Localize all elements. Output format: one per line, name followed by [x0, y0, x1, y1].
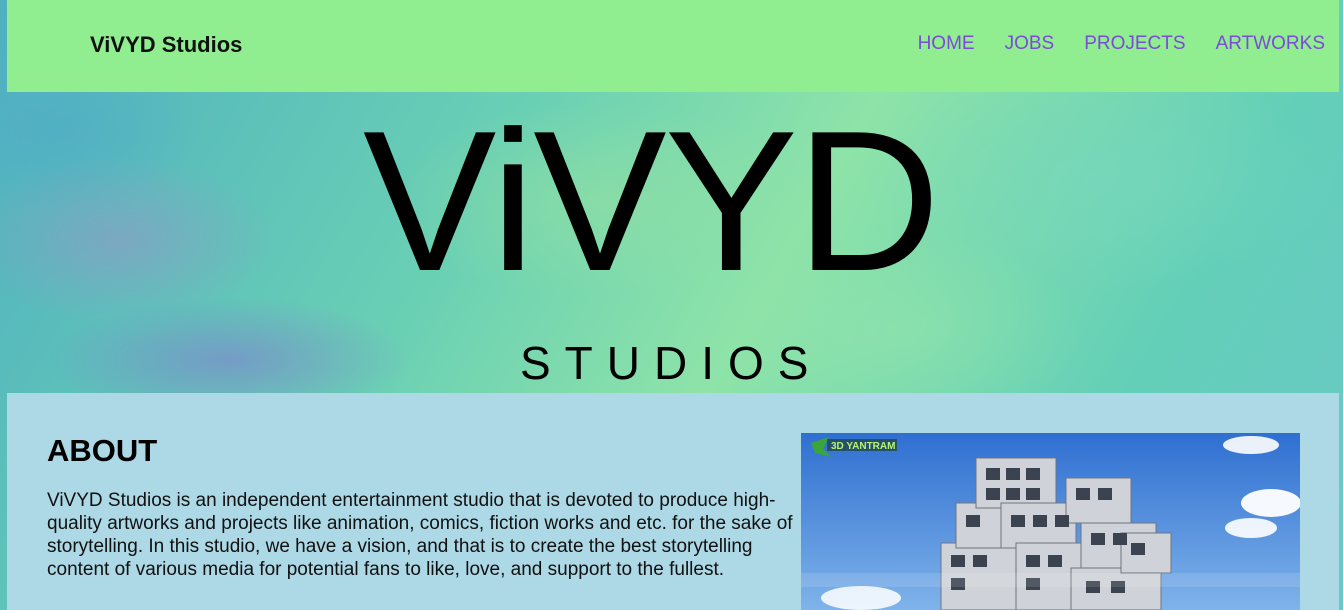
nav-link-artworks[interactable]: ARTWORKS — [1216, 33, 1325, 55]
about-description: ViVYD Studios is an independent entertai… — [47, 490, 793, 580]
hero-subtitle: STUDIOS — [520, 337, 823, 389]
nav-link-home[interactable]: HOME — [918, 33, 975, 55]
hero-banner: ViVYD STUDIOS — [0, 92, 1343, 393]
nav-links: HOME JOBS PROJECTS ARTWORKS — [918, 33, 1325, 55]
building-image: 3D YANTRAM — [801, 433, 1300, 610]
top-navbar: ViVYD Studios HOME JOBS PROJECTS ARTWORK… — [7, 0, 1339, 92]
nav-link-projects[interactable]: PROJECTS — [1084, 33, 1185, 55]
nav-link-jobs[interactable]: JOBS — [1005, 33, 1055, 55]
about-section: ABOUT ViVYD Studios is an independent en… — [7, 393, 1339, 610]
hero-logo-text: ViVYD — [363, 90, 940, 313]
brand-title[interactable]: ViVYD Studios — [90, 32, 242, 58]
svg-text:3D YANTRAM: 3D YANTRAM — [831, 441, 895, 452]
about-heading: ABOUT — [47, 433, 158, 468]
